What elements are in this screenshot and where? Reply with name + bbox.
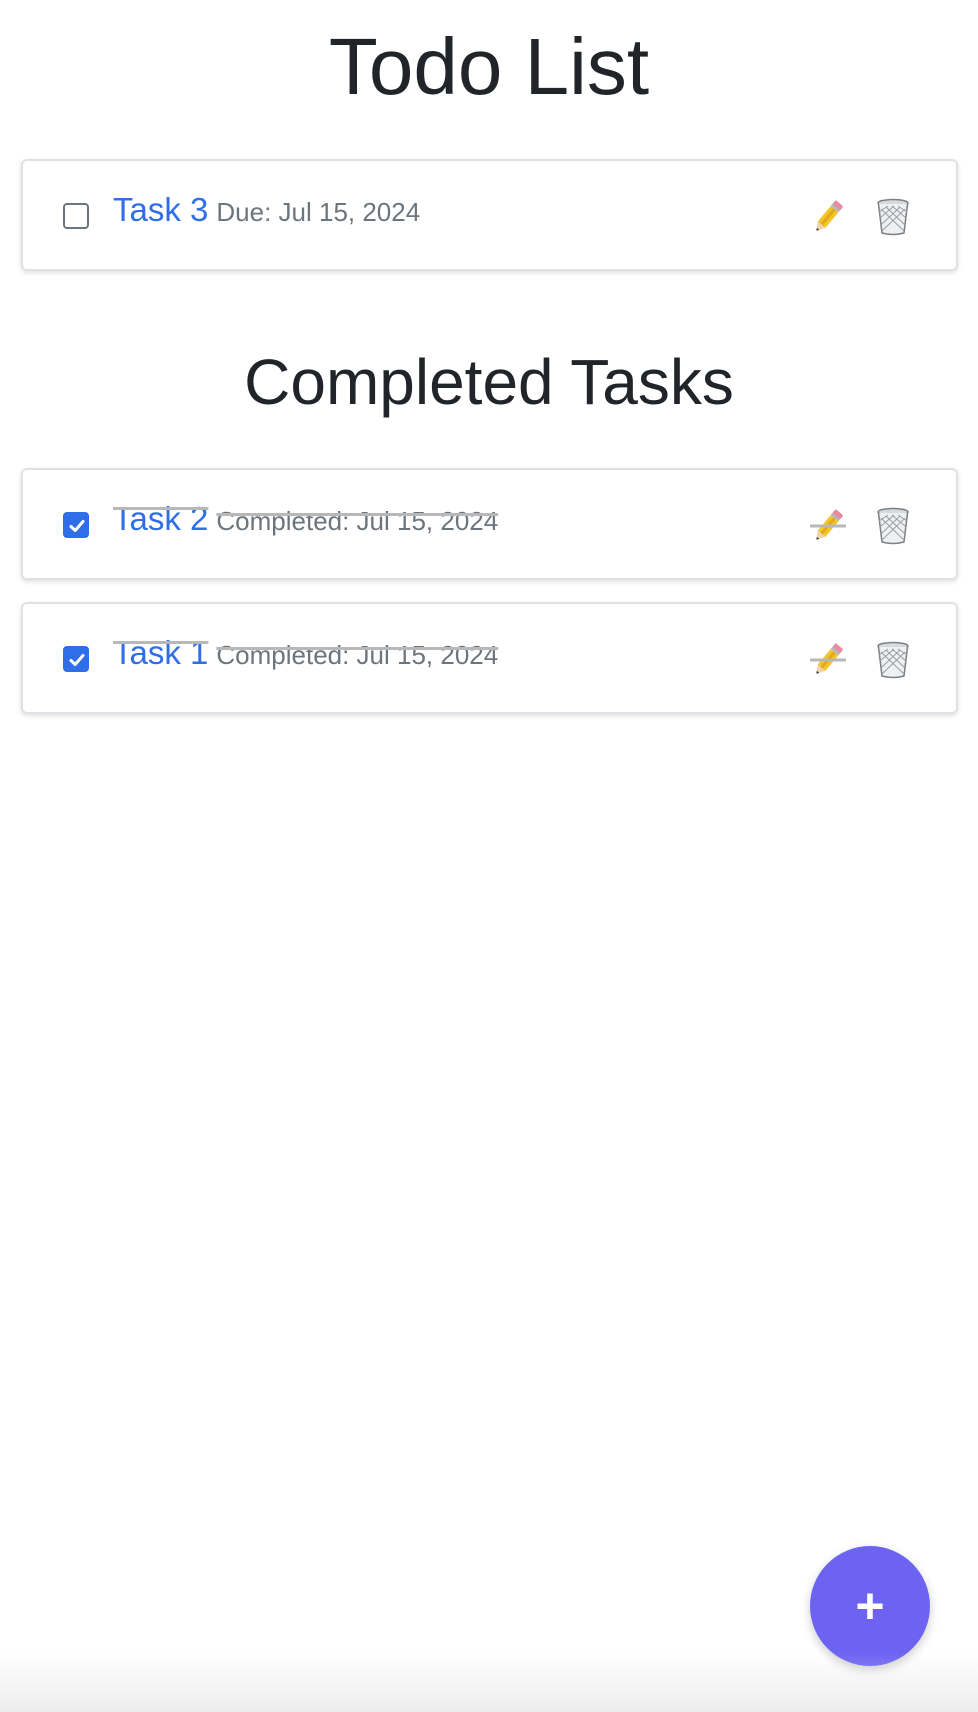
- pencil-icon: [810, 509, 846, 540]
- task-name[interactable]: Task 1: [113, 634, 208, 671]
- task-item: Task 3 Due: Jul 15, 2024: [21, 159, 958, 271]
- checkmark-icon: [69, 520, 85, 532]
- task-name[interactable]: Task 3: [113, 191, 208, 228]
- edit-button[interactable]: [808, 197, 848, 237]
- add-task-button[interactable]: +: [810, 1546, 930, 1666]
- plus-icon: +: [855, 1578, 885, 1634]
- delete-button[interactable]: [873, 506, 913, 546]
- checkmark-icon: [69, 654, 85, 666]
- trash-icon: [877, 507, 909, 545]
- completed-task-item: Task 1 Completed: Jul 15, 2024: [21, 602, 958, 714]
- delete-button[interactable]: [873, 197, 913, 237]
- bottom-shadow: [0, 1652, 978, 1712]
- delete-button[interactable]: [873, 640, 913, 680]
- trash-icon: [877, 641, 909, 679]
- page-title: Todo List: [328, 22, 650, 111]
- task-text: Task 2 Completed: Jul 15, 2024: [113, 500, 498, 538]
- task-completed-date: Completed: Jul 15, 2024: [216, 506, 499, 536]
- task-text: Task 3 Due: Jul 15, 2024: [113, 191, 420, 229]
- completed-task-item: Task 2 Completed: Jul 15, 2024: [21, 468, 958, 580]
- task-checkbox[interactable]: [63, 646, 89, 672]
- page: Todo List Task 3 Due: Jul 15, 2024 Compl…: [0, 0, 978, 1712]
- edit-button[interactable]: [808, 506, 848, 546]
- completed-section-title: Completed Tasks: [244, 346, 734, 418]
- task-completed-date: Completed: Jul 15, 2024: [216, 640, 499, 670]
- task-checkbox[interactable]: [63, 203, 89, 229]
- pencil-icon: [810, 643, 846, 674]
- task-due-date: Due: Jul 15, 2024: [216, 197, 421, 227]
- task-checkbox[interactable]: [63, 512, 89, 538]
- task-text: Task 1 Completed: Jul 15, 2024: [113, 634, 498, 672]
- task-name[interactable]: Task 2: [113, 500, 208, 537]
- trash-icon: [877, 198, 909, 236]
- pencil-icon: [816, 200, 843, 231]
- edit-button[interactable]: [808, 640, 848, 680]
